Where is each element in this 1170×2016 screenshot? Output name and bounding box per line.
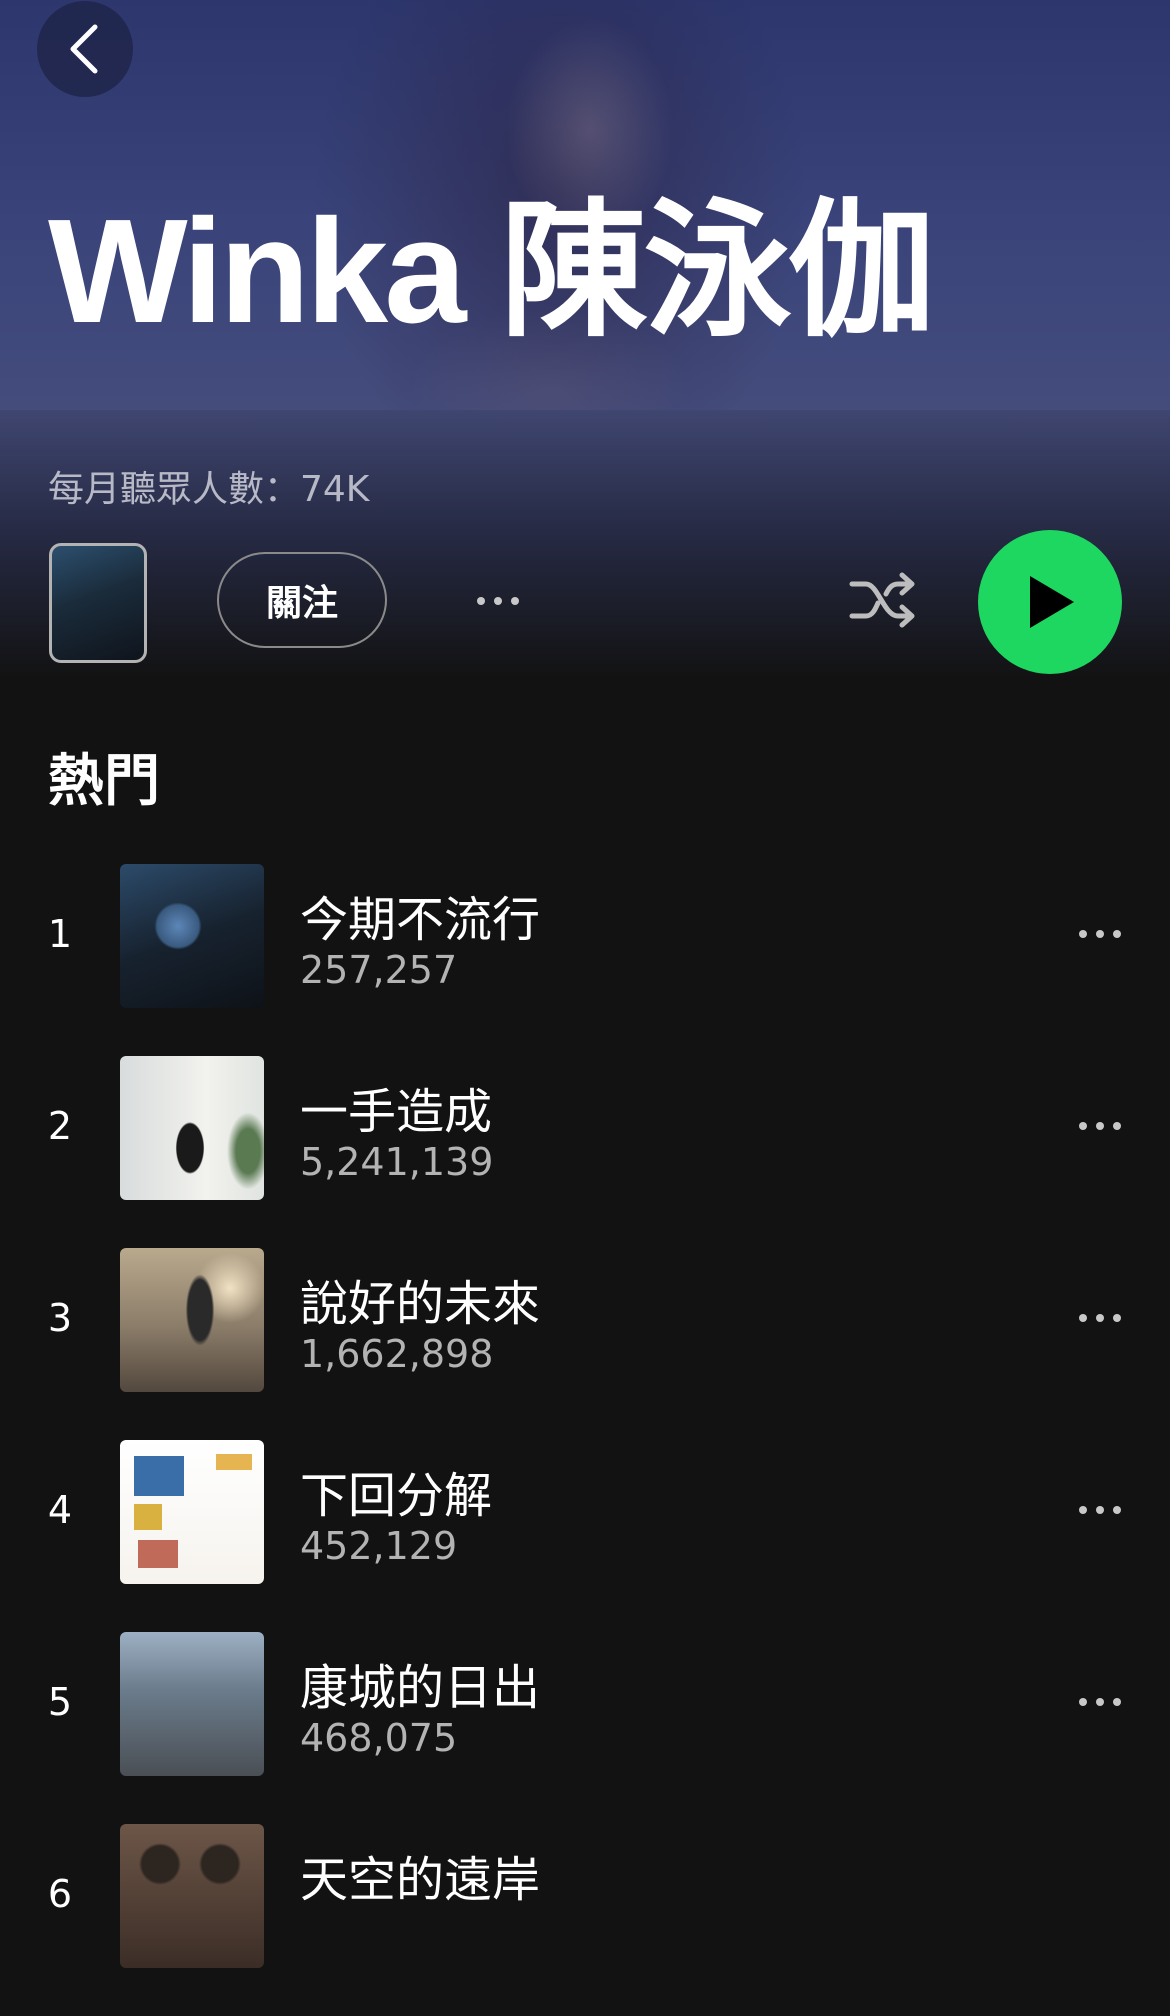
monthly-listeners: 每月聽眾人數：74K bbox=[48, 469, 370, 510]
follow-button[interactable]: 關注 bbox=[217, 552, 387, 648]
album-art bbox=[120, 1056, 264, 1200]
track-more-button[interactable] bbox=[1070, 1106, 1130, 1146]
track-number: 1 bbox=[47, 912, 73, 956]
chevron-left-icon bbox=[70, 24, 98, 74]
track-title: 康城的日出 bbox=[300, 1660, 541, 1716]
more-horizontal-icon bbox=[477, 597, 519, 605]
track-title: 一手造成 bbox=[300, 1084, 493, 1140]
popular-section-title: 熱門 bbox=[48, 749, 160, 814]
track-play-count: 257,257 bbox=[300, 948, 458, 992]
more-horizontal-icon bbox=[1079, 1314, 1121, 1322]
back-button[interactable] bbox=[37, 1, 133, 97]
track-number: 2 bbox=[47, 1104, 73, 1148]
track-title: 下回分解 bbox=[300, 1468, 493, 1524]
track-title: 今期不流行 bbox=[300, 892, 541, 948]
more-options-button[interactable] bbox=[462, 578, 534, 624]
track-number: 3 bbox=[47, 1296, 73, 1340]
artist-pick-cover[interactable] bbox=[49, 543, 147, 663]
track-play-count: 1,662,898 bbox=[300, 1332, 494, 1376]
album-art bbox=[120, 1248, 264, 1392]
track-more-button[interactable] bbox=[1070, 1682, 1130, 1722]
track-more-button[interactable] bbox=[1070, 1298, 1130, 1338]
track-row[interactable]: 1 今期不流行 257,257 bbox=[0, 864, 1170, 1056]
artist-name: Winka 陳泳伽 bbox=[48, 189, 936, 354]
track-title: 天空的遠岸 bbox=[300, 1852, 541, 1908]
track-number: 5 bbox=[47, 1680, 73, 1724]
shuffle-icon bbox=[849, 572, 915, 628]
track-play-count: 468,075 bbox=[300, 1716, 458, 1760]
more-horizontal-icon bbox=[1079, 1122, 1121, 1130]
track-title: 說好的未來 bbox=[300, 1276, 541, 1332]
track-play-count: 452,129 bbox=[300, 1524, 458, 1568]
more-horizontal-icon bbox=[1079, 1506, 1121, 1514]
track-row[interactable]: 2 一手造成 5,241,139 bbox=[0, 1056, 1170, 1248]
track-play-count: 5,241,139 bbox=[300, 1140, 494, 1184]
shuffle-button[interactable] bbox=[844, 564, 924, 636]
track-row[interactable]: 3 說好的未來 1,662,898 bbox=[0, 1248, 1170, 1440]
track-list: 1 今期不流行 257,257 2 一手造成 5,241,139 3 說好的未來… bbox=[0, 864, 1170, 2016]
play-icon bbox=[1030, 576, 1074, 628]
track-more-button[interactable] bbox=[1070, 914, 1130, 954]
album-art bbox=[120, 1440, 264, 1584]
more-horizontal-icon bbox=[1079, 930, 1121, 938]
album-art bbox=[120, 864, 264, 1008]
more-horizontal-icon bbox=[1079, 1698, 1121, 1706]
track-row[interactable]: 5 康城的日出 468,075 bbox=[0, 1632, 1170, 1824]
track-number: 4 bbox=[47, 1488, 73, 1532]
album-art bbox=[120, 1824, 264, 1968]
track-number: 6 bbox=[47, 1872, 73, 1916]
track-more-button[interactable] bbox=[1070, 1490, 1130, 1530]
track-row[interactable]: 4 下回分解 452,129 bbox=[0, 1440, 1170, 1632]
album-art bbox=[120, 1632, 264, 1776]
track-row[interactable]: 6 天空的遠岸 bbox=[0, 1824, 1170, 2016]
play-button[interactable] bbox=[978, 530, 1122, 674]
